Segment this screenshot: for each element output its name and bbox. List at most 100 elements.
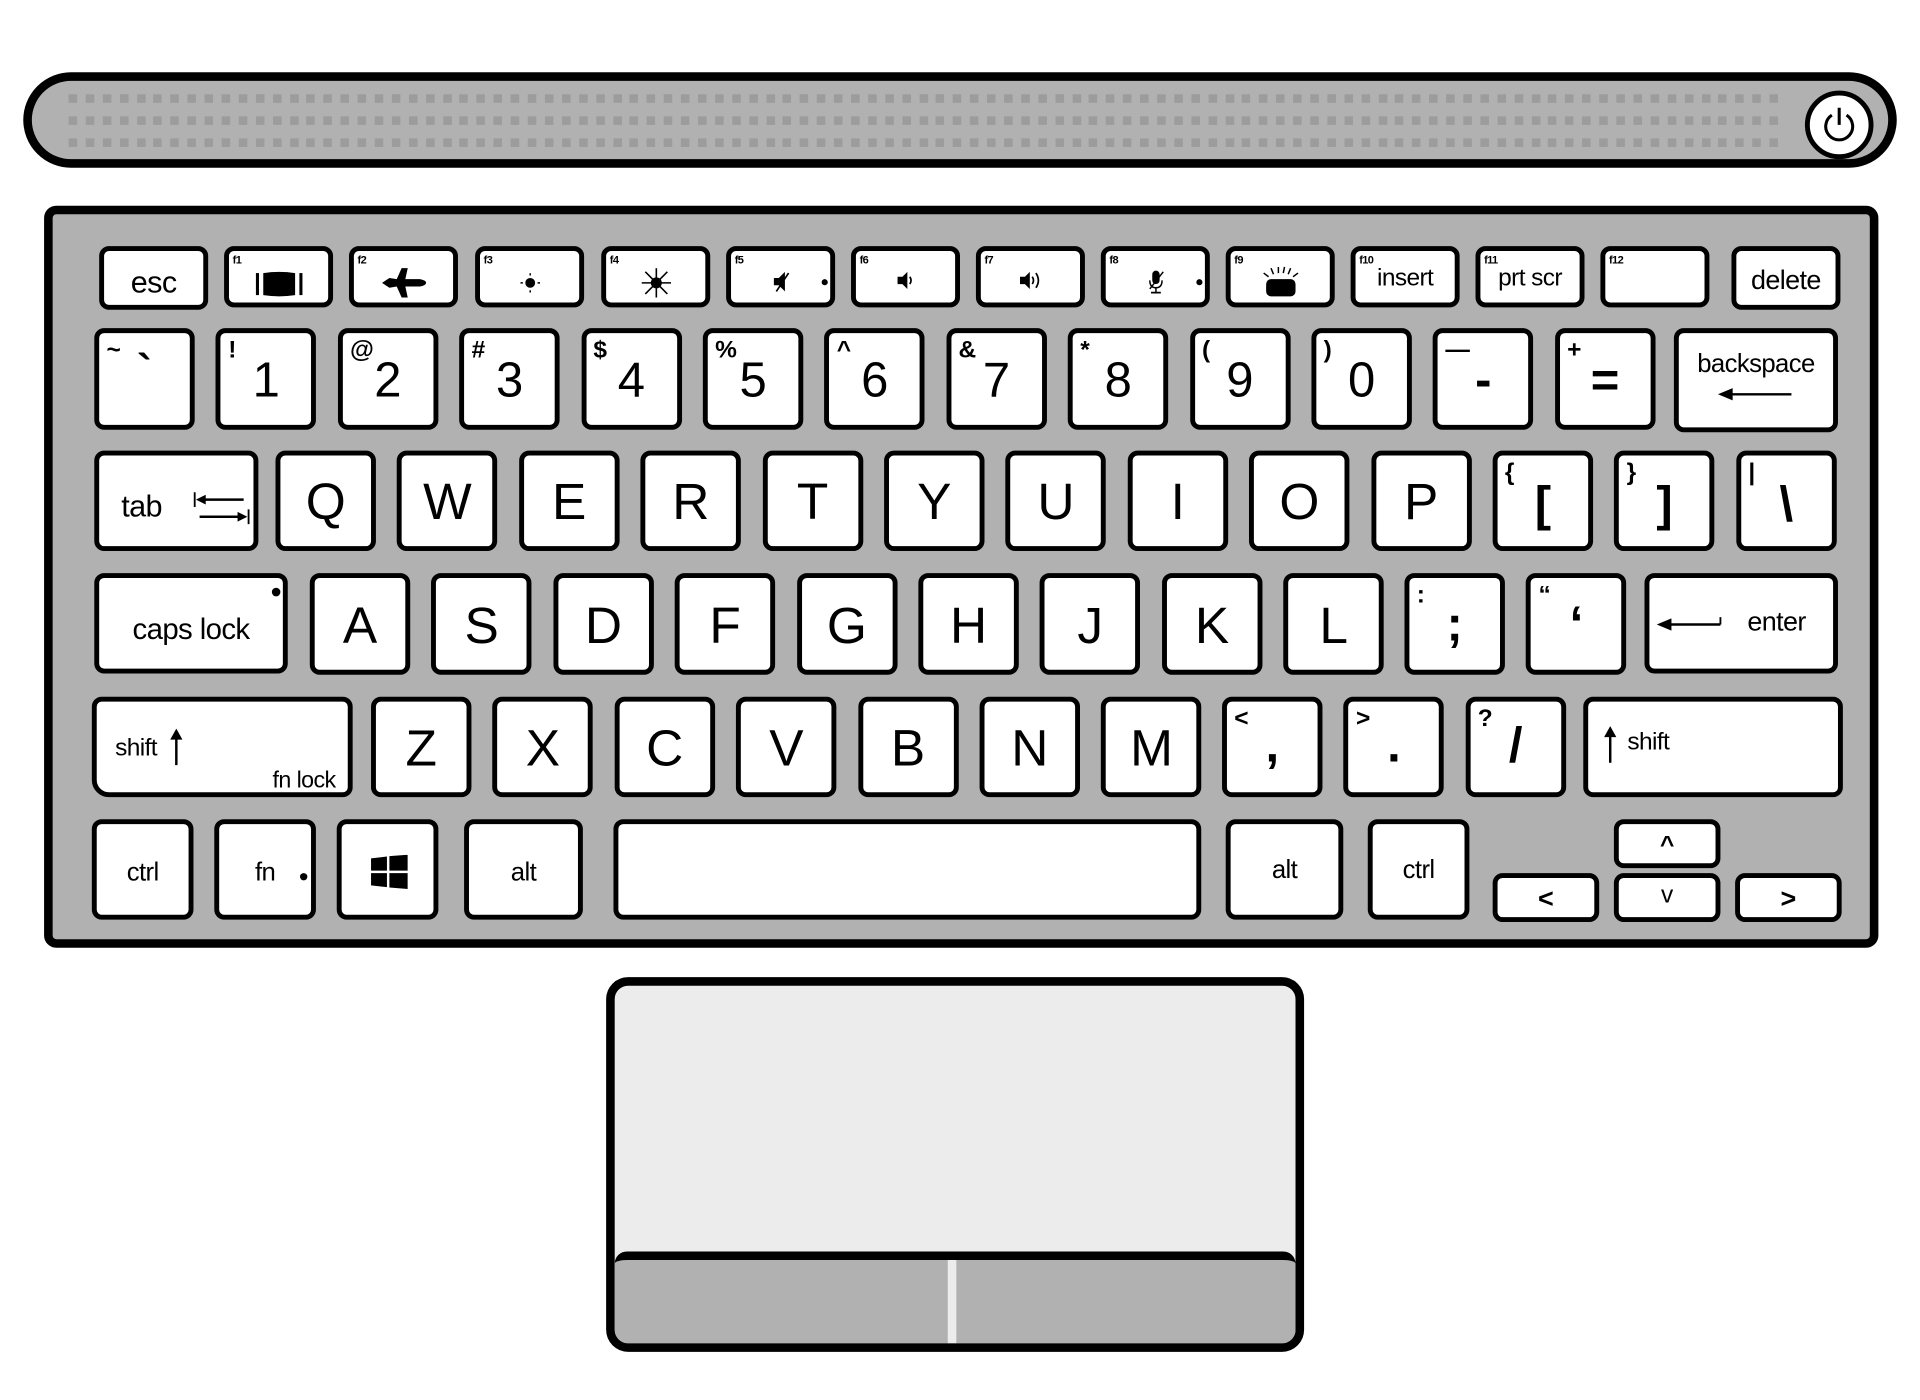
key-backspace[interactable]: backspace xyxy=(1673,328,1838,433)
key-number-7[interactable]: & 7 xyxy=(946,328,1047,430)
key-number-8[interactable]: * 8 xyxy=(1067,328,1169,430)
key-letter[interactable]: Q xyxy=(275,450,376,552)
key-letter[interactable]: O xyxy=(1249,450,1350,552)
key-f4[interactable]: f4 xyxy=(601,246,711,308)
tab-arrows-icon xyxy=(193,492,250,525)
key-letter[interactable]: Z xyxy=(371,696,472,798)
key-punct-bottom-0[interactable]: <, xyxy=(1222,696,1323,798)
key-letter[interactable]: M xyxy=(1101,696,1202,798)
key-f12[interactable]: f12 xyxy=(1600,246,1710,308)
key-f8[interactable]: f8 xyxy=(1100,246,1210,308)
key-letter[interactable]: U xyxy=(1005,450,1107,552)
key-f9[interactable]: f9 xyxy=(1225,246,1335,308)
key-number-10[interactable]: ) 0 xyxy=(1311,328,1412,430)
key-f5[interactable]: f5 xyxy=(726,246,836,308)
key-letter[interactable]: F xyxy=(674,573,776,675)
key-letter[interactable]: L xyxy=(1283,573,1384,675)
key-arrow-down[interactable]: v xyxy=(1613,873,1721,923)
key-enter[interactable]: enter xyxy=(1644,573,1838,674)
key-letter[interactable]: J xyxy=(1040,573,1141,675)
key-punct-1[interactable]: “‘ xyxy=(1526,573,1627,675)
key-letter[interactable]: E xyxy=(518,450,620,552)
key-space[interactable] xyxy=(613,819,1202,920)
key-letter[interactable]: I xyxy=(1127,450,1228,552)
key-arrow-right[interactable]: > xyxy=(1735,873,1842,923)
key-punct-bottom-1[interactable]: >. xyxy=(1343,696,1445,798)
key-letter[interactable]: G xyxy=(796,573,898,675)
key-esc[interactable]: esc xyxy=(99,246,209,310)
touchpad[interactable] xyxy=(606,977,1305,1352)
key-number-5[interactable]: % 5 xyxy=(702,328,804,430)
key-letter[interactable]: N xyxy=(979,696,1081,798)
key-letter[interactable]: S xyxy=(431,573,532,675)
key-number-0[interactable]: ~ ` xyxy=(94,328,195,430)
key-letter[interactable]: K xyxy=(1161,573,1263,675)
key-number-1[interactable]: ! 1 xyxy=(215,328,317,430)
key-tab[interactable]: tab xyxy=(94,450,259,552)
grille-hole xyxy=(748,116,758,125)
key-number-12[interactable]: + = xyxy=(1554,328,1656,430)
key-f3[interactable]: f3 xyxy=(475,246,585,308)
key-shift-right[interactable]: shift xyxy=(1583,696,1843,798)
grille-hole xyxy=(425,138,435,147)
key-letter[interactable]: P xyxy=(1370,450,1472,552)
key-number-6[interactable]: ^ 6 xyxy=(824,328,925,430)
key-bracket-0[interactable]: {[ xyxy=(1492,450,1594,552)
mic-mute-icon xyxy=(1148,270,1164,294)
key-ctrl-right[interactable]: ctrl xyxy=(1367,819,1470,920)
grille-hole xyxy=(340,94,350,103)
key-f1[interactable]: f1 xyxy=(224,246,334,308)
key-f6[interactable]: f6 xyxy=(851,246,961,308)
key-letter[interactable]: C xyxy=(614,696,715,798)
key-delete[interactable]: delete xyxy=(1731,246,1841,310)
key-number-9[interactable]: (9 xyxy=(1189,328,1291,430)
key-punct-0[interactable]: :; xyxy=(1404,573,1505,675)
key-caps-lock[interactable]: caps lock xyxy=(94,573,288,674)
key-alt-left[interactable]: alt xyxy=(464,819,583,920)
key-number-4[interactable]: $4 xyxy=(581,328,682,430)
key-f2[interactable]: f2 xyxy=(348,246,458,308)
key-f11-prt-scr[interactable]: f11 prt scr xyxy=(1475,246,1585,308)
key-punct-bottom-2[interactable]: ? / xyxy=(1465,696,1566,798)
key-letter[interactable]: Y xyxy=(884,450,985,552)
key-windows[interactable] xyxy=(336,819,439,920)
key-number-2[interactable]: @2 xyxy=(337,328,439,430)
key-letter[interactable]: H xyxy=(918,573,1019,675)
key-fn[interactable]: fn xyxy=(214,819,316,920)
grille-hole xyxy=(646,116,656,125)
airplane-icon xyxy=(381,268,426,298)
grille-hole xyxy=(1191,116,1200,125)
key-f7[interactable]: f7 xyxy=(975,246,1085,308)
key-letter[interactable]: B xyxy=(857,696,959,798)
grille-hole xyxy=(680,116,690,125)
key-arrow-up[interactable]: ^ xyxy=(1613,819,1721,869)
key-number-11[interactable]: — - xyxy=(1433,328,1534,430)
touchpad-right-button[interactable] xyxy=(956,1260,1295,1343)
grille-hole xyxy=(323,138,333,147)
grille-hole xyxy=(170,94,180,103)
grille-hole xyxy=(1191,138,1200,147)
grille-hole xyxy=(1429,94,1438,103)
key-letter[interactable]: W xyxy=(397,450,498,552)
key-ctrl-left[interactable]: ctrl xyxy=(91,819,194,920)
grille-hole xyxy=(765,116,775,125)
grille-hole xyxy=(170,138,180,147)
key-letter[interactable]: A xyxy=(309,573,411,675)
key-alt-right[interactable]: alt xyxy=(1225,819,1344,920)
key-letter[interactable]: R xyxy=(640,450,742,552)
key-bracket-2[interactable]: | \ xyxy=(1736,450,1837,552)
key-letter[interactable]: D xyxy=(553,573,654,675)
key-f10-insert[interactable]: f10 insert xyxy=(1350,246,1460,308)
power-button[interactable] xyxy=(1804,90,1874,160)
touchpad-left-button[interactable] xyxy=(615,1260,948,1343)
key-arrow-left[interactable]: < xyxy=(1492,873,1600,923)
grille-hole xyxy=(1106,94,1115,103)
key-letter[interactable]: T xyxy=(762,450,863,552)
grille-hole xyxy=(1242,94,1251,103)
key-shift-left[interactable]: shift fn lock xyxy=(91,696,353,798)
key-letter[interactable]: X xyxy=(492,696,594,798)
key-bracket-1[interactable]: }] xyxy=(1614,450,1715,552)
key-letter[interactable]: V xyxy=(736,696,837,798)
grille-hole xyxy=(1718,94,1728,103)
key-number-3[interactable]: #3 xyxy=(459,328,560,430)
